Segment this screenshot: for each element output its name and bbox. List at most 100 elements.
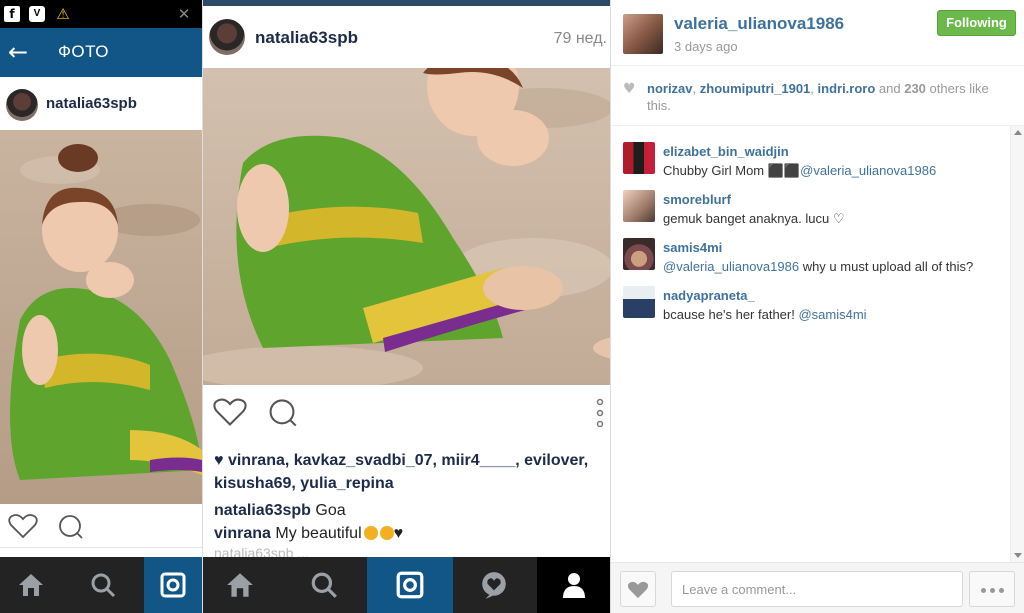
following-button[interactable]: Following (937, 10, 1016, 36)
dot-icon (999, 588, 1004, 593)
no-signal-icon: ✕ (177, 5, 191, 23)
caption-username[interactable]: natalia63spb (214, 502, 311, 519)
comment-list: elizabet_bin_waidjin Chubby Girl Mom ⬛⬛@… (611, 130, 1011, 560)
liker-separator: , (692, 81, 700, 96)
comment-username[interactable]: smoreblurf (663, 192, 731, 207)
heart-icon (627, 581, 649, 599)
activity-icon[interactable] (465, 557, 523, 613)
vpn-icon: V (29, 6, 45, 22)
likes-summary: ♥ norizav, zhoumiputri_1901, indri.roro a… (623, 80, 1013, 114)
status-bar: f V ⚠ ✕ (0, 0, 202, 28)
avatar[interactable] (209, 19, 245, 55)
avatar[interactable] (623, 238, 655, 270)
home-icon[interactable] (2, 557, 60, 613)
post-header: natalia63spb (0, 77, 202, 130)
post-actions (203, 385, 610, 443)
post-username[interactable]: natalia63spb (255, 28, 358, 48)
comment-username[interactable]: elizabet_bin_waidjin (663, 144, 789, 159)
camera-icon[interactable] (144, 557, 202, 613)
scroll-up-arrow-icon[interactable] (1014, 130, 1022, 135)
post-username[interactable]: natalia63spb (46, 95, 137, 112)
comments-scrollbar[interactable] (1010, 126, 1024, 562)
middle-phone-screenshot: natalia63spb 79 нед. ♥ vinrana, kavkaz_s… (202, 0, 610, 613)
mention-link[interactable]: @valeria_ulianova1986 (800, 163, 936, 178)
comment-username[interactable]: vinrana (214, 525, 271, 542)
likes-count[interactable]: 230 (904, 81, 926, 96)
comment-text: My beautiful (270, 525, 362, 542)
emoji-icon (363, 526, 378, 540)
comment-body: gemuk banget anaknya. lucu ♡ (663, 211, 845, 226)
avatar[interactable] (623, 286, 655, 318)
owner-username[interactable]: valeria_ulianova1986 (674, 14, 844, 34)
comment-username[interactable]: nadyapraneta_ (663, 288, 755, 303)
comment-text: gemuk banget anaknya. lucu ♡ (663, 211, 845, 227)
comment-heart: ♥ (393, 525, 404, 542)
likes-and: and (875, 81, 905, 96)
liker-link[interactable]: zhoumiputri_1901 (700, 81, 811, 96)
search-icon[interactable] (74, 557, 132, 613)
likes-list[interactable]: ♥ vinrana, kavkaz_svadbi_07, miir4____, … (214, 449, 594, 495)
liker-separator: , (810, 81, 818, 96)
comment-text: bcause he's her father! @samis4mi (663, 307, 867, 322)
search-icon[interactable] (295, 557, 353, 613)
avatar[interactable] (623, 14, 663, 54)
page-title: ФОТО (58, 42, 109, 61)
comment-body: bcause he's her father! (663, 307, 799, 322)
divider (611, 125, 1024, 126)
post-time: 79 нед. (553, 30, 607, 47)
scroll-down-arrow-icon[interactable] (1014, 553, 1022, 558)
comment-text: Chubby Girl Mom ⬛⬛@valeria_ulianova1986 (663, 163, 936, 179)
panel-header: valeria_ulianova1986 3 days ago Followin… (611, 0, 1024, 66)
facebook-icon: f (4, 6, 20, 22)
heart-icon: ♥ (623, 81, 636, 97)
like-heart-icon[interactable] (213, 397, 247, 427)
more-options-icon[interactable] (595, 397, 605, 429)
dot-icon (990, 588, 995, 593)
liker-link[interactable]: indri.roro (818, 81, 876, 96)
comment-item: smoreblurf gemuk banget anaknya. lucu ♡ (611, 184, 1011, 228)
like-heart-icon[interactable] (8, 513, 38, 539)
screenshot-stage: f V ⚠ ✕ ← ФОТО natalia63spb natalia63spb… (0, 0, 1024, 613)
post-photo (0, 130, 202, 504)
post-detail-panel: valeria_ulianova1986 3 days ago Followin… (610, 0, 1024, 613)
baby-photo-image (203, 68, 610, 385)
emoji-icon (379, 526, 394, 540)
comment-item: nadyapraneta_ bcause he's her father! @s… (611, 280, 1011, 324)
home-icon[interactable] (211, 557, 269, 613)
comment-line: vinrana My beautiful ♥ (214, 522, 403, 545)
post-time[interactable]: 3 days ago (674, 39, 738, 54)
caption-line: natalia63spb Goa (214, 499, 346, 522)
comment-username[interactable]: samis4mi (663, 240, 722, 255)
back-arrow-icon[interactable]: ← (8, 38, 28, 66)
left-phone-screenshot: f V ⚠ ✕ ← ФОТО natalia63spb (0, 0, 202, 613)
comment-body: Chubby Girl Mom ⬛⬛ (663, 163, 801, 178)
baby-photo-image (0, 130, 202, 504)
camera-icon[interactable] (367, 557, 453, 613)
warning-icon: ⚠ (56, 5, 70, 23)
comment-body-after: why u must upload all of this? (799, 259, 974, 274)
comment-text: @valeria_ulianova1986 why u must upload … (663, 259, 973, 274)
avatar[interactable] (6, 89, 38, 121)
comment-icon[interactable] (266, 398, 298, 428)
bottom-nav (203, 557, 610, 613)
post-actions (0, 504, 202, 548)
comment-item: elizabet_bin_waidjin Chubby Girl Mom ⬛⬛@… (611, 136, 1011, 180)
profile-icon[interactable] (537, 557, 610, 613)
mention-link[interactable]: @valeria_ulianova1986 (663, 259, 799, 274)
comment-bar (611, 562, 1024, 613)
more-options-button[interactable] (969, 571, 1015, 607)
comment-item: samis4mi @valeria_ulianova1986 why u mus… (611, 232, 1011, 276)
avatar[interactable] (623, 190, 655, 222)
dot-icon (981, 588, 986, 593)
liker-link[interactable]: norizav (647, 81, 693, 96)
post-photo (203, 68, 610, 385)
comment-icon[interactable] (56, 514, 84, 540)
caption-text: Goa (310, 502, 346, 519)
bottom-nav (0, 557, 202, 613)
app-bar: ← ФОТО (0, 28, 202, 77)
comment-input[interactable] (671, 571, 963, 607)
avatar[interactable] (623, 142, 655, 174)
like-button[interactable] (620, 571, 656, 607)
post-header: natalia63spb 79 нед. (203, 6, 610, 68)
mention-link[interactable]: @samis4mi (798, 307, 866, 322)
